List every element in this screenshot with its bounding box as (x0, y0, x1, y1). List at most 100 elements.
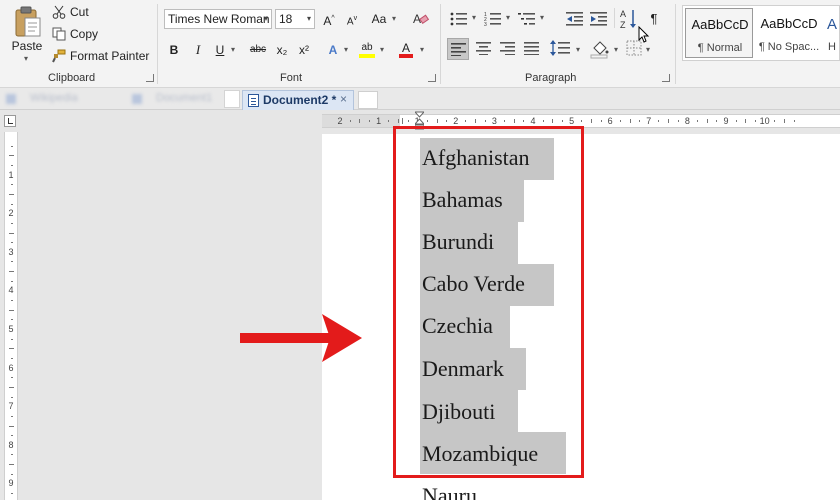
ruler-tick (368, 120, 370, 122)
document-tab-label: Document2 * (263, 93, 337, 107)
ruler-tick (9, 386, 14, 388)
text-effects-button[interactable]: A (326, 40, 340, 60)
ruler-number: 8 (684, 116, 690, 126)
ruler-tick (11, 222, 13, 224)
ruler-tick (561, 120, 563, 122)
font-name-value: Times New Roman (168, 12, 270, 26)
clipboard-icon (15, 6, 41, 37)
ruler-tick (9, 271, 14, 273)
italic-button[interactable]: I (192, 40, 204, 60)
ruler-tick (9, 348, 14, 350)
align-right-icon[interactable] (500, 41, 516, 55)
format-painter-button[interactable]: Format Painter (52, 47, 149, 65)
document-tab-blurred[interactable]: Wikipedia (30, 92, 120, 106)
ruler-tick (11, 300, 13, 302)
blurred-tab-box (224, 90, 240, 108)
style-preview: AaBbCcD (760, 16, 818, 31)
format-painter-label: Format Painter (70, 49, 150, 63)
chevron-down-icon[interactable]: ▾ (574, 40, 582, 60)
style-normal[interactable]: AaBbCcD ¶ Normal (685, 8, 753, 58)
ruler-tick (359, 119, 361, 123)
line-spacing-icon[interactable] (550, 40, 572, 56)
ruler-tick (9, 193, 14, 195)
document-tab-bar: Wikipedia Document1 Document2 * × (0, 88, 840, 110)
chevron-down-icon[interactable]: ▾ (378, 40, 386, 60)
paragraph-dialog-launcher-icon[interactable] (662, 74, 670, 82)
group-divider (614, 8, 615, 28)
shading-icon[interactable] (590, 39, 610, 59)
close-icon[interactable]: × (340, 90, 352, 108)
change-case-button[interactable]: Aa (370, 9, 388, 29)
justify-icon[interactable] (524, 41, 540, 55)
bullets-icon[interactable] (450, 11, 468, 27)
ruler-tick (11, 473, 13, 475)
ruler-tick (745, 119, 747, 123)
ruler-tick (581, 120, 583, 122)
ruler-tick (11, 280, 13, 282)
font-size-value: 18 (279, 12, 293, 26)
ruler-number: 2 (8, 208, 14, 219)
chevron-down-icon[interactable]: ▾ (538, 8, 546, 28)
chevron-down-icon[interactable]: ▾ (418, 40, 426, 60)
sort-icon[interactable]: A Z (620, 8, 638, 30)
style-name: ¶ No Spac... (758, 41, 820, 53)
ruler-tick (11, 415, 13, 417)
new-tab-button[interactable] (358, 91, 378, 109)
ruler-tick (793, 120, 795, 122)
ruler-tick (513, 119, 515, 123)
align-center-icon[interactable] (476, 41, 492, 55)
font-name-combo[interactable]: Times New Roman ▾ (164, 9, 272, 29)
align-left-button[interactable] (447, 38, 469, 60)
ruler-tick (523, 120, 525, 122)
document-text-line[interactable]: Nauru (422, 484, 477, 500)
chevron-down-icon[interactable]: ▾ (612, 40, 620, 60)
subscript-button[interactable]: x₂ (274, 40, 290, 60)
chevron-down-icon: ▾ (263, 14, 268, 23)
cut-button[interactable]: Cut (52, 3, 89, 21)
underline-button[interactable]: U (214, 40, 226, 60)
ruler-number: 2 (337, 116, 343, 126)
tab-selector-icon[interactable] (4, 115, 16, 127)
multilevel-list-icon[interactable] (518, 11, 536, 27)
bold-button[interactable]: B (168, 40, 180, 60)
copy-button[interactable]: Copy (52, 25, 98, 43)
style-no-spacing[interactable]: AaBbCcD ¶ No Spac... (755, 8, 823, 58)
font-color-button[interactable]: A (398, 38, 414, 58)
italic-label: I (195, 42, 201, 57)
paste-button[interactable]: Paste ▾ (6, 2, 48, 64)
blurred-tab-icon (132, 94, 142, 104)
shrink-font-button[interactable]: Av (344, 9, 360, 29)
change-case-label: Aa (371, 12, 387, 26)
underline-label: U (215, 43, 225, 57)
ruler-tick (11, 338, 13, 340)
document-tab-active[interactable]: Document2 * (242, 90, 354, 110)
ruler-tick (600, 120, 602, 122)
style-name: H (828, 41, 836, 53)
decrease-indent-icon[interactable] (566, 11, 584, 27)
chevron-down-icon[interactable]: ▾ (470, 8, 478, 28)
svg-text:Z: Z (620, 20, 626, 30)
chevron-down-icon[interactable]: ▾ (229, 40, 237, 60)
ruler-tick (9, 155, 14, 157)
increase-indent-icon[interactable] (590, 11, 608, 27)
chevron-down-icon[interactable]: ▾ (342, 40, 350, 60)
chevron-down-icon[interactable]: ▾ (24, 54, 28, 63)
superscript-button[interactable]: x² (296, 40, 312, 60)
font-size-combo[interactable]: 18 ▾ (275, 9, 315, 29)
chevron-down-icon[interactable]: ▾ (390, 9, 398, 29)
clear-formatting-icon[interactable]: A (412, 10, 430, 28)
document-tab-blurred[interactable]: Document1 (156, 92, 230, 106)
numbering-icon[interactable]: 1 2 3 (484, 11, 502, 27)
font-dialog-launcher-icon[interactable] (428, 74, 436, 82)
clipboard-dialog-launcher-icon[interactable] (146, 74, 154, 82)
highlight-button[interactable]: ab (358, 38, 376, 58)
strikethrough-label: abc (249, 44, 267, 55)
grow-font-button[interactable]: A^ (322, 9, 336, 29)
style-heading[interactable]: A H (825, 8, 839, 58)
ruler-tick (735, 120, 737, 122)
ruler-tick (388, 120, 390, 122)
ruler-tick (11, 242, 13, 244)
strikethrough-button[interactable]: abc (248, 40, 268, 60)
style-preview: AaBbCcD (691, 17, 749, 32)
chevron-down-icon[interactable]: ▾ (504, 8, 512, 28)
